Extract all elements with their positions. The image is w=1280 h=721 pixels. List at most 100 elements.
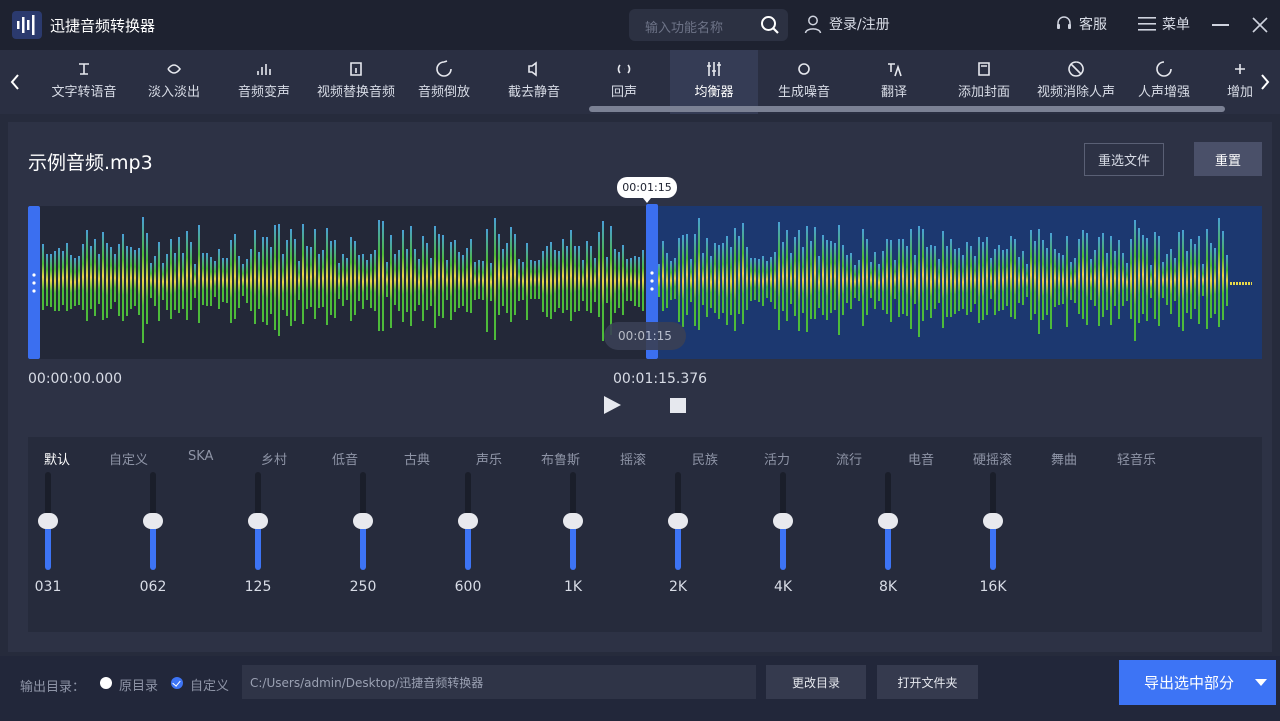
tool-noise[interactable]: 生成噪音 [760,50,848,114]
eq-slider-1K[interactable] [563,472,583,570]
tool-video-replace-audio[interactable]: 视频替换音频 [308,50,404,114]
export-dropdown-icon[interactable] [1255,679,1267,686]
eq-slider-031[interactable] [38,472,58,570]
eq-slider-thumb[interactable] [143,513,163,529]
menu-button[interactable]: 菜单 [1138,14,1190,34]
tool-voice-change[interactable]: 音频变声 [220,50,308,114]
tool-translate[interactable]: 翻译 [850,50,938,114]
waveform-bar [630,258,632,301]
eq-preset-7[interactable]: 布鲁斯 [541,449,580,468]
tool-fade[interactable]: 淡入淡出 [130,50,218,114]
original-dir-radio[interactable] [100,677,112,689]
eq-slider-2K[interactable] [668,472,688,570]
tool-add[interactable]: 增加 [1210,50,1254,114]
tool-text-to-speech[interactable]: 文字转语音 [40,50,128,114]
eq-slider-thumb[interactable] [458,513,478,529]
play-icon[interactable] [602,395,622,415]
waveform-bar [1233,282,1235,285]
stop-icon[interactable] [670,398,686,413]
waveform-bar [214,261,216,297]
export-selection-button[interactable]: 导出选中部分 [1119,660,1276,705]
grip-icon [32,273,36,293]
eq-slider-8K[interactable] [878,472,898,570]
waveform-bar [350,237,352,321]
eq-slider-250[interactable] [353,472,373,570]
eq-slider-thumb[interactable] [563,513,583,529]
eq-slider-062[interactable] [143,472,163,570]
selection-start-handle[interactable] [28,206,40,359]
waveform-bar [258,252,260,309]
waveform-bar [1142,235,1144,314]
output-path-field[interactable] [242,665,756,699]
eq-slider-thumb[interactable] [983,513,1003,529]
reset-button[interactable]: 重置 [1194,142,1262,176]
feature-search[interactable]: 输入功能名称 [629,9,788,41]
waveform-bar [374,250,376,311]
waveform-bar [254,230,256,324]
eq-band-label: 8K [878,579,898,595]
eq-preset-12[interactable]: 电音 [908,449,934,468]
waveform-bar [362,254,364,309]
custom-dir-radio[interactable] [171,677,183,689]
waveform-bar [418,259,420,305]
eq-preset-8[interactable]: 摇滚 [620,449,646,468]
waveform-bar [1214,248,1216,314]
waveform-bar [710,256,712,308]
waveform-bar [538,260,540,299]
tool-vocal-remove[interactable]: 视频消除人声 [1030,50,1122,114]
eq-preset-3[interactable]: 乡村 [261,449,287,468]
tool-cover[interactable]: 添加封面 [940,50,1028,114]
change-dir-button[interactable]: 更改目录 [766,665,866,699]
eq-preset-11[interactable]: 流行 [836,449,862,468]
waveform-bar [94,239,96,316]
customer-service-button[interactable]: 客服 [1055,14,1107,34]
waveform-bar [902,239,904,314]
toolbar-scrollbar[interactable] [589,106,1225,112]
eq-slider-thumb[interactable] [878,513,898,529]
waveform-bar [946,246,948,317]
close-icon[interactable] [1250,15,1270,35]
eq-preset-10[interactable]: 活力 [764,449,790,468]
eq-slider-600[interactable] [458,472,478,570]
eq-slider-thumb[interactable] [773,513,793,529]
search-icon[interactable] [760,15,780,35]
reselect-file-button[interactable]: 重选文件 [1084,143,1164,176]
eq-slider-thumb[interactable] [248,513,268,529]
eq-preset-5[interactable]: 古典 [404,449,430,468]
minimize-button[interactable] [1212,24,1229,26]
eq-slider-thumb[interactable] [353,513,373,529]
waveform-bar [1236,282,1238,285]
tool-mute[interactable]: 截去静音 [490,50,578,114]
eq-slider-4K[interactable] [773,472,793,570]
eq-preset-13[interactable]: 硬摇滚 [973,449,1012,468]
eq-slider-thumb[interactable] [38,513,58,529]
waveform-bar [234,234,236,319]
waveform-bar [938,259,940,303]
eq-slider-16K[interactable] [983,472,1003,570]
login-button[interactable]: 登录/注册 [803,14,890,34]
waveform-bar [66,243,68,311]
waveform-bar [162,263,164,300]
waveform-bar [470,239,472,313]
open-folder-button[interactable]: 打开文件夹 [877,665,978,699]
eq-slider-thumb[interactable] [668,513,688,529]
tool-equalizer[interactable]: 均衡器 [670,50,758,114]
scroll-right-icon[interactable] [1258,70,1272,94]
eq-preset-9[interactable]: 民族 [692,449,718,468]
waveform-bar [246,259,248,303]
tool-vocal-enhance[interactable]: 人声增强 [1120,50,1208,114]
eq-slider-125[interactable] [248,472,268,570]
eq-preset-1[interactable]: 自定义 [109,449,148,468]
eq-preset-6[interactable]: 声乐 [476,449,502,468]
eq-preset-2[interactable]: SKA [188,449,213,464]
tool-echo[interactable]: 回声 [580,50,668,114]
echo-icon [617,64,631,74]
scroll-left-icon[interactable] [8,70,22,94]
tool-reverse[interactable]: 音频倒放 [400,50,488,114]
eq-preset-14[interactable]: 舞曲 [1051,449,1077,468]
grip-icon [650,271,654,291]
eq-preset-0[interactable]: 默认 [44,449,70,468]
search-input[interactable]: 输入功能名称 [645,17,723,36]
eq-preset-4[interactable]: 低音 [332,449,358,468]
eq-preset-15[interactable]: 轻音乐 [1117,449,1156,468]
